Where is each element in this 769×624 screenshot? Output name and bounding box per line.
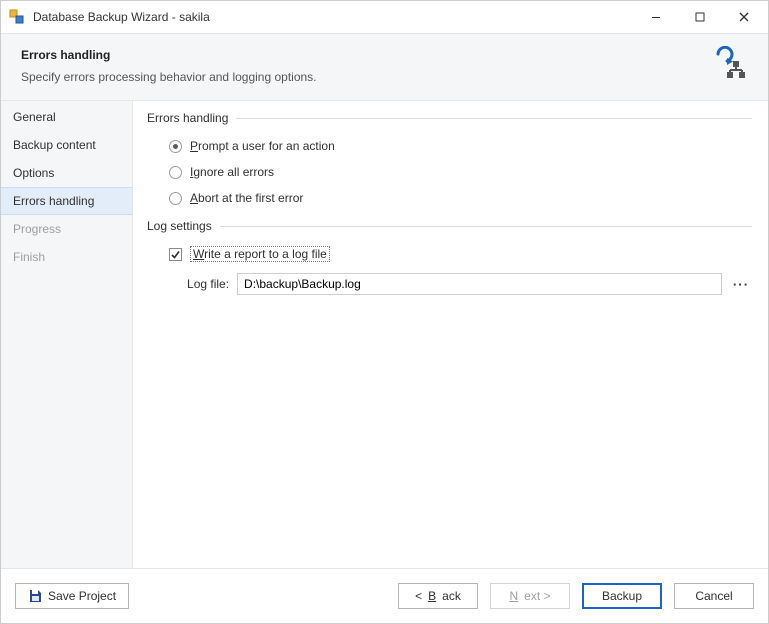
radio-ignore-errors[interactable]: Ignore all errors <box>169 159 752 185</box>
page-subtitle: Specify errors processing behavior and l… <box>21 70 748 84</box>
wizard-steps-sidebar: General Backup content Options Errors ha… <box>1 101 133 568</box>
wizard-header-icon <box>714 46 748 80</box>
divider <box>236 118 752 119</box>
group-log-settings: Log settings Write a report to a log fil… <box>147 219 752 295</box>
sidebar-step-finish: Finish <box>1 243 132 271</box>
wizard-content: Errors handling Prompt a user for an act… <box>133 101 768 568</box>
titlebar: Database Backup Wizard - sakila <box>1 1 768 33</box>
radio-icon <box>169 166 182 179</box>
radio-abort-first-error-label: Abort at the first error <box>190 191 303 205</box>
group-errors-handling: Errors handling Prompt a user for an act… <box>147 111 752 211</box>
sidebar-step-options[interactable]: Options <box>1 159 132 187</box>
logfile-browse-button[interactable]: ··· <box>730 273 752 295</box>
radio-prompt-user[interactable]: Prompt a user for an action <box>169 133 752 159</box>
cancel-button[interactable]: Cancel <box>674 583 754 609</box>
radio-prompt-user-label: Prompt a user for an action <box>190 139 335 153</box>
dialog-window: Database Backup Wizard - sakila Errors h… <box>0 0 769 624</box>
checkbox-write-log[interactable]: Write a report to a log file <box>169 241 752 267</box>
sidebar-step-general[interactable]: General <box>1 103 132 131</box>
radio-abort-first-error[interactable]: Abort at the first error <box>169 185 752 211</box>
group-errors-handling-header: Errors handling <box>147 111 752 125</box>
radio-ignore-errors-label: Ignore all errors <box>190 165 274 179</box>
sidebar-step-progress: Progress <box>1 215 132 243</box>
next-button: Next > <box>490 583 570 609</box>
save-icon <box>28 589 42 603</box>
page-title: Errors handling <box>21 48 748 62</box>
radio-icon <box>169 140 182 153</box>
maximize-button[interactable] <box>678 3 722 31</box>
save-project-label: Save Project <box>48 589 116 603</box>
backup-button[interactable]: Backup <box>582 583 662 609</box>
checkbox-icon <box>169 248 182 261</box>
logfile-row: Log file: ··· <box>169 273 752 295</box>
group-log-settings-title: Log settings <box>147 219 212 233</box>
wizard-header: Errors handling Specify errors processin… <box>1 33 768 101</box>
wizard-footer: Save Project < Back Next > Backup Cancel <box>1 569 768 623</box>
logfile-label: Log file: <box>187 277 229 291</box>
checkbox-write-log-label: Write a report to a log file <box>190 246 330 262</box>
sidebar-step-errors-handling[interactable]: Errors handling <box>1 187 132 215</box>
wizard-body: General Backup content Options Errors ha… <box>1 101 768 569</box>
close-button[interactable] <box>722 3 766 31</box>
logfile-input[interactable] <box>237 273 722 295</box>
save-project-button[interactable]: Save Project <box>15 583 129 609</box>
sidebar-step-backup-content[interactable]: Backup content <box>1 131 132 159</box>
app-icon <box>9 9 25 25</box>
group-errors-handling-title: Errors handling <box>147 111 228 125</box>
divider <box>220 226 752 227</box>
group-log-settings-header: Log settings <box>147 219 752 233</box>
radio-icon <box>169 192 182 205</box>
back-button[interactable]: < Back <box>398 583 478 609</box>
minimize-button[interactable] <box>634 3 678 31</box>
window-title: Database Backup Wizard - sakila <box>33 10 634 24</box>
